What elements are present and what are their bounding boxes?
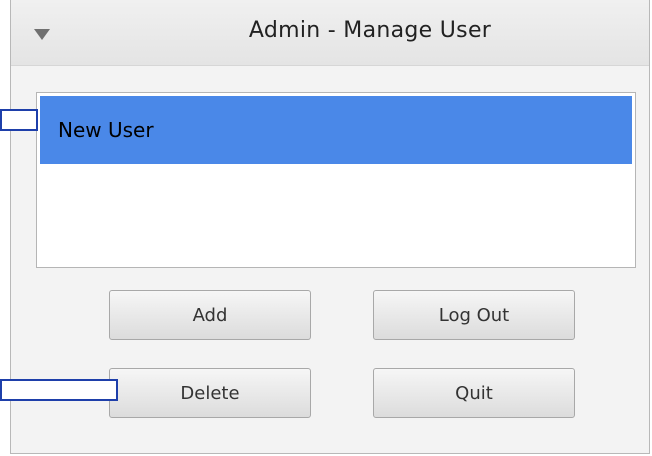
- add-button[interactable]: Add: [109, 290, 311, 340]
- annotation-marker: [0, 379, 118, 401]
- list-item[interactable]: New User: [40, 96, 632, 164]
- title-bar: Admin - Manage User: [11, 0, 649, 66]
- logout-button[interactable]: Log Out: [373, 290, 575, 340]
- window-title: Admin - Manage User: [248, 18, 492, 43]
- delete-button[interactable]: Delete: [109, 368, 311, 418]
- quit-button[interactable]: Quit: [373, 368, 575, 418]
- annotation-marker: [0, 109, 38, 131]
- user-list[interactable]: New User: [36, 92, 636, 268]
- list-item-label: New User: [58, 118, 154, 142]
